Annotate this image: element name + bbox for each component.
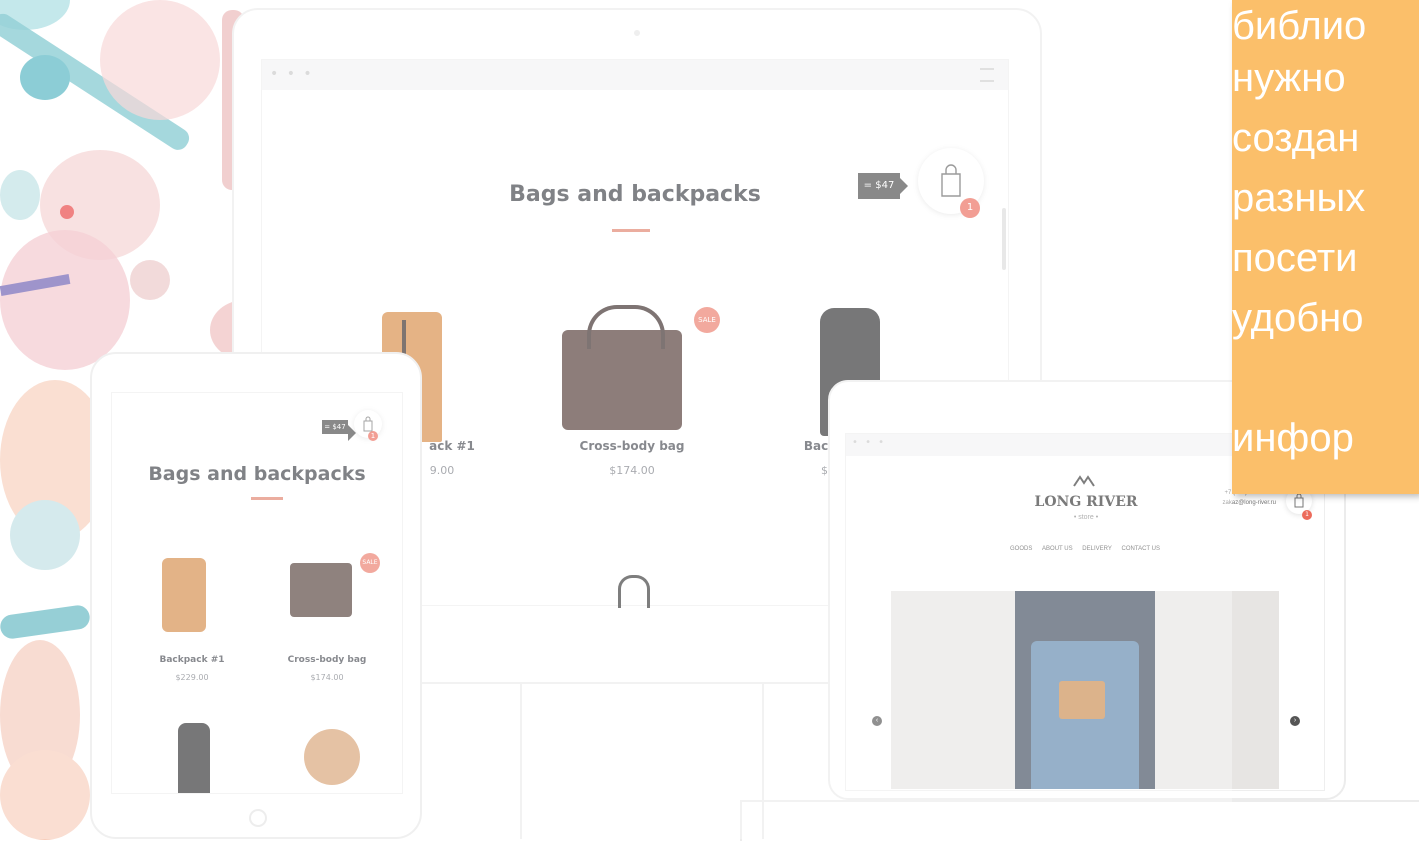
product-price: 9.00 xyxy=(429,464,455,477)
product-name[interactable]: Cross-body bag xyxy=(552,439,712,453)
product-name[interactable]: Backpack #1 xyxy=(142,655,242,665)
note-line: разных xyxy=(1232,176,1366,220)
product-price: $229.00 xyxy=(175,673,209,682)
cart-count-badge: 1 xyxy=(960,198,980,218)
monitor-stand xyxy=(520,684,764,839)
product-image-cross-body-bag[interactable] xyxy=(290,563,352,617)
product-price: $174.00 xyxy=(609,464,655,477)
logo-subtitle: • store • xyxy=(1073,514,1099,521)
hero-slider-image xyxy=(891,591,1279,789)
menu-icon[interactable] xyxy=(980,68,994,82)
window-controls[interactable]: • • • xyxy=(270,66,314,82)
slider-next-icon[interactable]: › xyxy=(1290,716,1300,726)
product-image-round-bag[interactable] xyxy=(304,729,360,785)
nav-goods[interactable]: GOODS xyxy=(1010,546,1032,552)
text-note-panel: библио нужно создан разных посети удобно… xyxy=(1232,0,1419,494)
nav-about-us[interactable]: ABOUT US xyxy=(1042,546,1073,552)
title-underline xyxy=(612,229,650,232)
tablet-home-button[interactable] xyxy=(249,809,267,827)
product-image-black-backpack[interactable] xyxy=(178,723,210,793)
note-line: посети xyxy=(1232,236,1358,280)
product-price: $174.00 xyxy=(310,673,344,682)
note-line: библио xyxy=(1232,4,1367,48)
product-name[interactable]: Cross-body bag xyxy=(272,655,382,665)
note-line: нужно xyxy=(1232,56,1346,100)
nav-contact-us[interactable]: CONTACT US xyxy=(1122,546,1160,552)
nav-delivery[interactable]: DELIVERY xyxy=(1082,546,1112,552)
product-name[interactable]: ack #1 xyxy=(422,439,482,453)
tablet-screen: Bags and backpacks = $47 1 SALE Backpack… xyxy=(112,393,402,793)
contact-email[interactable]: zakaz@long-river.ru xyxy=(1206,500,1276,506)
cart-count-badge: 1 xyxy=(1302,510,1312,520)
note-line: удобно xyxy=(1232,296,1364,340)
scrollbar-thumb[interactable] xyxy=(1002,208,1006,270)
main-nav: GOODS ABOUT US DELIVERY CONTACT US xyxy=(846,546,1324,552)
cart-total-tag: = $47 xyxy=(322,420,356,441)
logo-name[interactable]: LONG RIVER xyxy=(986,494,1186,510)
browser-titlebar: • • • xyxy=(262,60,1008,90)
product-image-backpack[interactable] xyxy=(162,558,206,632)
sale-badge: SALE xyxy=(360,553,380,573)
laptop-base xyxy=(740,800,1419,841)
slider-prev-icon[interactable]: ‹ xyxy=(872,716,882,726)
hero-apron-pocket xyxy=(1059,681,1105,719)
logo-mark-icon xyxy=(1073,475,1095,487)
note-line: создан xyxy=(1232,116,1360,160)
cart-count-badge: 1 xyxy=(368,431,378,441)
window-controls[interactable]: • • • xyxy=(852,437,886,448)
bag-handle xyxy=(587,305,665,349)
sale-badge: SALE xyxy=(694,307,720,333)
title-underline xyxy=(251,497,283,500)
note-line: инфор xyxy=(1232,416,1354,460)
product-image-partial xyxy=(618,575,650,608)
monitor-camera xyxy=(634,30,640,36)
page-title: Bags and backpacks xyxy=(148,463,366,485)
cart-total-tag: = $47 xyxy=(858,173,908,199)
